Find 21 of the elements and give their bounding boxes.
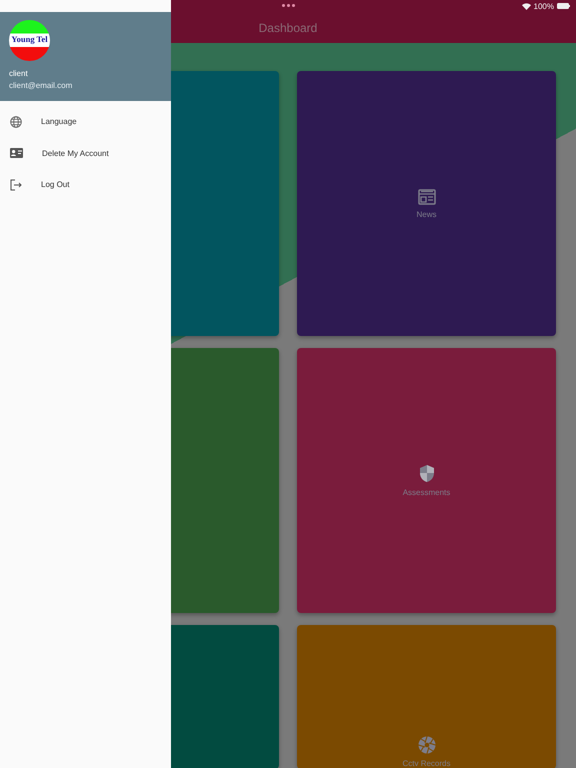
wifi-icon (522, 2, 531, 10)
user-email: client@email.com (9, 81, 74, 90)
battery-icon (557, 3, 570, 9)
aperture-icon (418, 736, 436, 754)
id-card-icon (10, 148, 23, 158)
user-name: client (9, 69, 29, 78)
multitask-dots-icon (282, 4, 295, 7)
battery-percentage: 100% (534, 2, 554, 10)
tile-label: Assessments (402, 488, 450, 497)
globe-icon (10, 116, 22, 128)
tile-label: News (416, 210, 436, 218)
app-bar-title: Dashboard (258, 20, 318, 34)
logout-icon (10, 178, 22, 191)
tile-label: Cctv Records (402, 759, 450, 768)
dashboard-tile[interactable]: News (297, 71, 556, 336)
drawer-menu-item[interactable]: Delete My Account (0, 138, 171, 169)
newspaper-icon (418, 188, 436, 204)
logo-text: Young Tel (11, 34, 48, 44)
drawer-menu-item[interactable]: Language (0, 106, 171, 138)
shield-icon (418, 464, 434, 483)
drawer-menu-item[interactable]: Log Out (0, 169, 171, 200)
